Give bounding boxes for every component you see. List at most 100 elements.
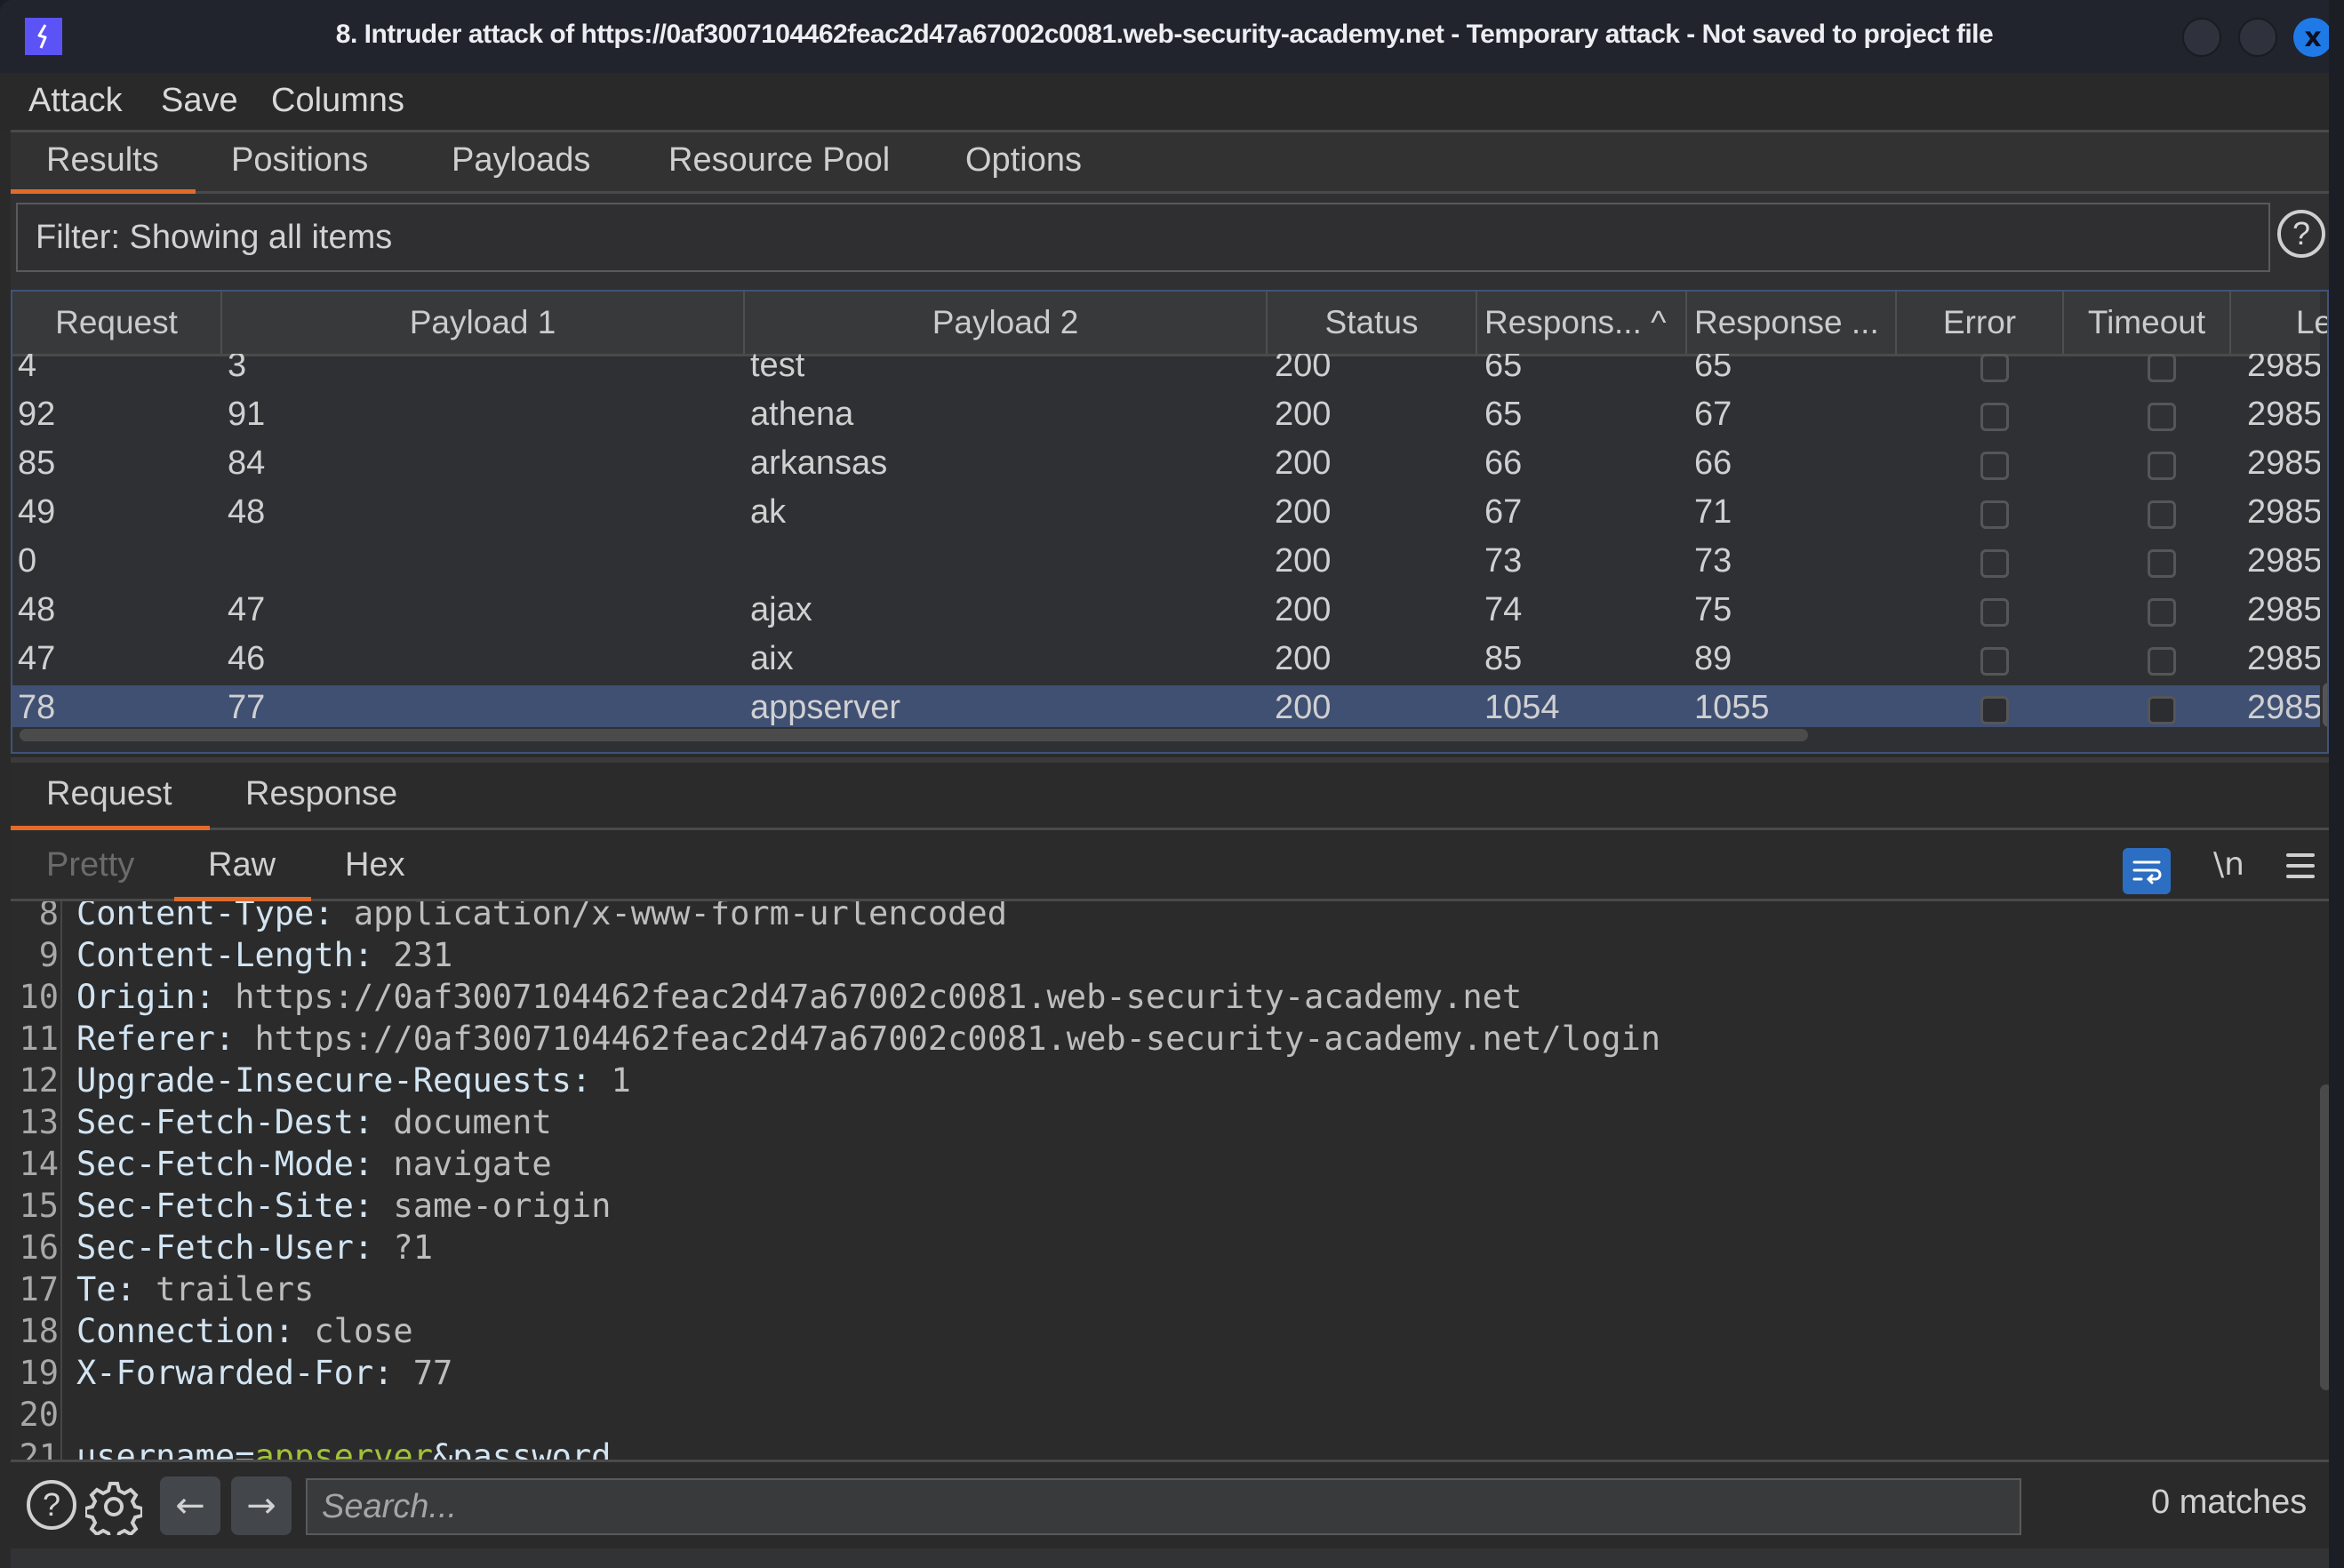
table-row[interactable]: 4 3 test 200 65 65 2985	[12, 354, 2320, 392]
column-header-request[interactable]: Request	[12, 292, 222, 354]
table-row[interactable]: 49 48 ak 200 67 71 2985	[12, 490, 2320, 539]
search-input[interactable]	[306, 1478, 2021, 1535]
code-text: Origin: https://0af3007104462feac2d47a67…	[76, 978, 1522, 1016]
editor-vertical-scrollbar[interactable]	[2320, 1084, 2329, 1390]
table-row[interactable]: 85 84 arkansas 200 66 66 2985	[12, 441, 2320, 490]
minimize-button[interactable]	[2182, 18, 2221, 57]
header-value: document	[373, 1103, 552, 1141]
timeout-checkbox	[2148, 403, 2176, 431]
cell-response-received: 65	[1484, 396, 1523, 433]
table-row[interactable]: 92 91 athena 200 65 67 2985	[12, 392, 2320, 441]
line-number: 14	[19, 1145, 59, 1183]
column-header-response-completed[interactable]: Response ...	[1687, 292, 1897, 354]
header-name: Sec-Fetch-Mode:	[76, 1145, 374, 1183]
menu-save[interactable]: Save	[161, 82, 238, 120]
cell-response-completed: 73	[1694, 542, 1732, 580]
cell-length: 2985	[2247, 591, 2320, 628]
tab-pretty[interactable]: Pretty	[46, 846, 134, 884]
table-vertical-scrollbar[interactable]	[2323, 683, 2327, 727]
table-header: Request Payload 1 Payload 2 Status Respo…	[12, 292, 2327, 356]
header-name: Upgrade-Insecure-Requests:	[76, 1061, 592, 1100]
tab-options[interactable]: Options	[965, 141, 1082, 180]
hamburger-menu-icon[interactable]	[2286, 853, 2315, 885]
tab-payloads[interactable]: Payloads	[452, 141, 590, 180]
cell-response-completed: 65	[1694, 354, 1732, 384]
tab-results[interactable]: Results	[46, 141, 159, 180]
column-header-length[interactable]: Le	[2231, 292, 2327, 354]
column-header-status[interactable]: Status	[1268, 292, 1477, 354]
header-name: Sec-Fetch-User:	[76, 1228, 374, 1267]
cell-payload1: 47	[228, 591, 266, 628]
word-wrap-button[interactable]	[2123, 848, 2171, 894]
code-line: 8 Content-Type: application/x-www-form-ur…	[11, 901, 2268, 936]
status-strip	[11, 1548, 2329, 1568]
error-checkbox	[1980, 500, 2009, 529]
error-checkbox	[1980, 549, 2009, 578]
tab-positions[interactable]: Positions	[231, 141, 368, 180]
cell-status: 200	[1275, 640, 1332, 677]
next-match-button[interactable]: →	[231, 1476, 292, 1535]
header-name: Referer:	[76, 1020, 236, 1058]
cell-response-received: 66	[1484, 444, 1523, 482]
error-checkbox	[1980, 598, 2009, 627]
title-bar: 8. Intruder attack of https://0af3007104…	[0, 0, 2329, 73]
body-param-name: username=	[76, 1437, 255, 1460]
column-header-error[interactable]: Error	[1897, 292, 2064, 354]
help-icon[interactable]: ?	[27, 1480, 76, 1530]
table-row[interactable]: 0 200 73 73 2985	[12, 539, 2320, 588]
column-header-payload2[interactable]: Payload 2	[745, 292, 1268, 354]
column-header-timeout[interactable]: Timeout	[2064, 292, 2231, 354]
header-name: Origin:	[76, 978, 215, 1016]
table-row[interactable]: 47 46 aix 200 85 89 2985	[12, 636, 2320, 685]
header-value: same-origin	[373, 1187, 612, 1225]
code-text: Sec-Fetch-Site: same-origin	[76, 1187, 611, 1225]
header-value: navigate	[373, 1145, 552, 1183]
intruder-attack-window: 8. Intruder attack of https://0af3007104…	[0, 0, 2329, 1568]
column-header-payload1[interactable]: Payload 1	[222, 292, 745, 354]
close-button[interactable]: x	[2293, 18, 2329, 57]
code-text: Te: trailers	[76, 1270, 314, 1308]
column-header-response-received[interactable]: Respons... ^	[1477, 292, 1687, 354]
filter-text: Filter: Showing all items	[36, 219, 393, 256]
header-value: https://0af3007104462feac2d47a67002c0081…	[235, 1020, 1661, 1058]
menu-attack[interactable]: Attack	[28, 82, 123, 120]
tab-hex[interactable]: Hex	[345, 846, 405, 884]
cell-request: 48	[18, 591, 56, 628]
filter-help-icon[interactable]: ?	[2277, 210, 2325, 258]
code-text: X-Forwarded-For: 77	[76, 1354, 452, 1392]
cell-response-received: 65	[1484, 354, 1523, 384]
code-text: Sec-Fetch-Dest: document	[76, 1103, 552, 1141]
tab-raw[interactable]: Raw	[208, 846, 276, 884]
gear-icon[interactable]	[85, 1478, 142, 1535]
cell-request: 47	[18, 640, 56, 677]
previous-match-button[interactable]: ←	[160, 1476, 220, 1535]
cell-response-received: 1054	[1484, 689, 1560, 726]
code-line: 13 Sec-Fetch-Dest: document	[11, 1103, 2268, 1145]
show-newlines-button[interactable]: \n	[2213, 846, 2244, 883]
cell-status: 200	[1275, 396, 1332, 433]
cell-request: 78	[18, 689, 56, 726]
code-line: 12 Upgrade-Insecure-Requests: 1	[11, 1061, 2268, 1103]
error-checkbox	[1980, 403, 2009, 431]
table-row[interactable]: 48 47 ajax 200 74 75 2985	[12, 588, 2320, 636]
filter-bar[interactable]: Filter: Showing all items	[16, 203, 2270, 272]
maximize-button[interactable]	[2238, 18, 2277, 57]
desktop-edge	[2329, 0, 2344, 1568]
table-row[interactable]: 78 77 appserver 200 1054 1055 2985	[12, 685, 2320, 727]
code-line: 9 Content-Length: 231	[11, 936, 2268, 978]
tab-resource-pool[interactable]: Resource Pool	[668, 141, 890, 180]
menu-columns[interactable]: Columns	[271, 82, 404, 120]
cell-payload2: aix	[750, 640, 794, 677]
request-editor[interactable]: 8 Content-Type: application/x-www-form-ur…	[11, 901, 2329, 1460]
header-name: Te:	[76, 1270, 136, 1308]
code-text: username=appserver&password	[76, 1437, 611, 1460]
code-line: 15 Sec-Fetch-Site: same-origin	[11, 1187, 2268, 1228]
cell-response-received: 85	[1484, 640, 1523, 677]
header-name: Sec-Fetch-Site:	[76, 1187, 374, 1225]
tab-response[interactable]: Response	[245, 775, 397, 813]
horizontal-scrollbar[interactable]	[20, 729, 1808, 741]
tab-request[interactable]: Request	[46, 775, 172, 813]
line-number: 21	[19, 1437, 59, 1460]
filter-area: Filter: Showing all items	[11, 194, 2329, 290]
timeout-checkbox	[2148, 452, 2176, 480]
